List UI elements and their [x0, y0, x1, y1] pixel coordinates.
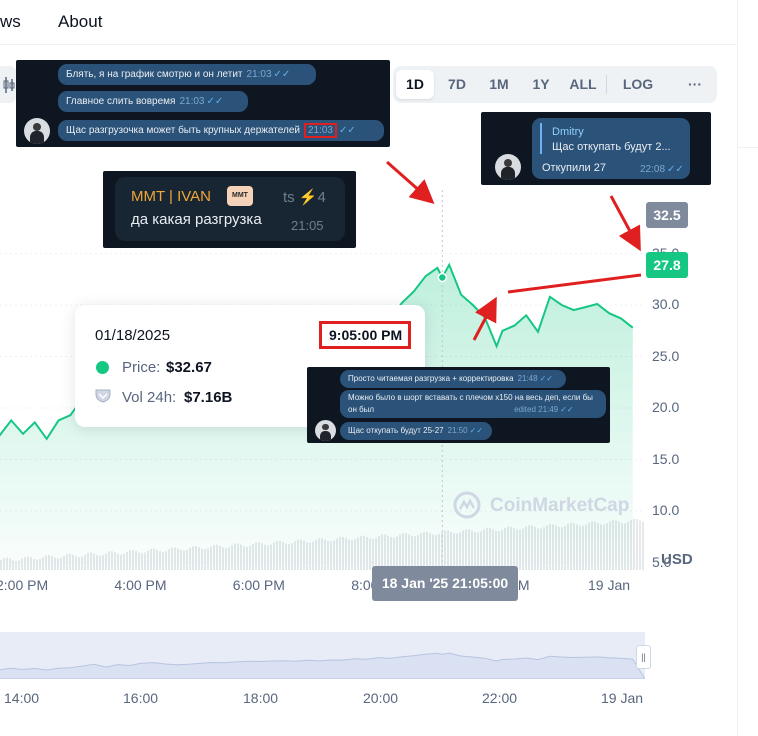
- price-point: [10, 419, 12, 421]
- y-tick-label: 30.0: [652, 296, 680, 312]
- high-price-tag: 32.5: [646, 202, 688, 228]
- navigator-tick-label: 16:00: [123, 690, 159, 706]
- volume-bar: [639, 520, 641, 570]
- nav-news-link[interactable]: ws: [0, 12, 21, 32]
- price-point: [513, 325, 515, 327]
- price-point: [46, 438, 48, 440]
- currency-label: USD: [661, 551, 693, 568]
- tooltip-volume-value: $7.16B: [184, 389, 233, 406]
- x-tick-label: 4:00 PM: [114, 577, 167, 593]
- price-point: [525, 314, 527, 316]
- user-avatar: [24, 118, 50, 144]
- price-dot-icon: [96, 361, 109, 374]
- tg-message: MMT | IVAN MMT ts ⚡4 да какая разгрузка …: [115, 177, 345, 241]
- tg-message: Dmitry Щас откупать будут 2... Откупили …: [532, 118, 690, 179]
- range-7d-button[interactable]: 7D: [438, 70, 476, 99]
- navigator-tick-label: 20:00: [363, 690, 399, 706]
- more-options-button[interactable]: ···: [679, 70, 711, 99]
- navigator-tick-label: 18:00: [243, 690, 279, 706]
- y-tick-label: 10.0: [652, 502, 680, 518]
- volume-bar: [642, 521, 644, 570]
- price-point: [425, 275, 427, 277]
- navigator-tick-label: 19 Jan: [601, 690, 644, 706]
- toolbar-separator: [606, 75, 607, 94]
- tg-message: Блять, я на график смотрю и он летит 21:0…: [58, 64, 316, 85]
- price-point: [620, 317, 622, 319]
- telegram-screenshot-1: Блять, я на график смотрю и он летит 21:0…: [16, 60, 390, 147]
- navigator-tick-label: 14:00: [4, 690, 40, 706]
- navigator-tick-label: 22:00: [482, 690, 518, 706]
- telegram-screenshot-2: MMT | IVAN MMT ts ⚡4 да какая разгрузка …: [103, 171, 356, 248]
- price-point: [632, 327, 634, 329]
- tooltip-price-value: $32.67: [166, 359, 212, 376]
- log-scale-button[interactable]: LOG: [615, 70, 661, 99]
- navigator-sparkline: [0, 652, 645, 679]
- price-point: [596, 303, 598, 305]
- x-tick-label: 19 Jan: [588, 577, 631, 593]
- price-point: [496, 345, 498, 347]
- range-navigator[interactable]: [0, 632, 645, 679]
- price-point: [441, 276, 443, 278]
- x-tick-label: 2:00 PM: [0, 577, 49, 593]
- price-point: [484, 316, 486, 318]
- user-avatar: [315, 420, 336, 441]
- y-tick-label: 20.0: [652, 399, 680, 415]
- price-point: [573, 309, 575, 311]
- price-point: [561, 304, 563, 306]
- tg-message: Щас разгрузочка может быть крупных держа…: [58, 120, 384, 141]
- price-point: [22, 433, 24, 435]
- range-all-button[interactable]: ALL: [563, 70, 603, 99]
- price-point: [549, 296, 551, 298]
- current-price-tag: 27.8: [646, 252, 688, 278]
- y-tick-label: 15.0: [652, 450, 680, 467]
- tooltip-date: 01/18/2025: [95, 327, 171, 344]
- price-point: [69, 414, 71, 416]
- rail-divider: [738, 147, 758, 148]
- price-point: [448, 264, 450, 266]
- price-point: [537, 331, 539, 333]
- shield-icon: [95, 389, 111, 403]
- mmt-badge: MMT: [227, 186, 253, 206]
- price-point: [502, 330, 504, 332]
- nav-about-link[interactable]: About: [58, 12, 102, 32]
- tooltip-time: 9:05:00 PM: [329, 327, 403, 343]
- header-divider: [0, 44, 737, 45]
- navigator-handle[interactable]: ||: [636, 645, 651, 669]
- price-point: [34, 421, 36, 423]
- user-avatar: [495, 154, 521, 180]
- price-point: [413, 291, 415, 293]
- chart-type-toggle[interactable]: [0, 66, 16, 103]
- right-sidebar: [737, 0, 758, 736]
- price-point: [584, 306, 586, 308]
- tooltip-volume-label: Vol 24h:: [122, 389, 177, 406]
- price-point: [436, 267, 438, 269]
- tg-message: Главное слить вовремя 21:03 ✓✓: [58, 91, 248, 112]
- price-point: [472, 304, 474, 306]
- tg-message: Щас откупать будут 25-27 21:50 ✓✓: [340, 422, 492, 440]
- tg-message: Просто читаемая разгрузка + корректировк…: [340, 370, 566, 388]
- range-1d-button[interactable]: 1D: [396, 70, 434, 99]
- price-point: [608, 312, 610, 314]
- price-point: [460, 294, 462, 296]
- tooltip-price-label: Price:: [122, 359, 161, 376]
- volume-bar: [636, 519, 638, 570]
- volume-bar: [633, 518, 635, 570]
- tg-message: Можно было в шорт вставать с плечом х150…: [340, 390, 606, 418]
- y-tick-label: 25.0: [652, 347, 680, 364]
- crosshair-time-label: 18 Jan '25 21:05:00: [372, 566, 518, 601]
- range-1y-button[interactable]: 1Y: [522, 70, 560, 99]
- telegram-screenshot-3: Dmitry Щас откупать будут 2... Откупили …: [481, 112, 711, 185]
- price-point: [401, 302, 403, 304]
- range-1m-button[interactable]: 1M: [480, 70, 518, 99]
- price-point: [58, 419, 60, 421]
- telegram-screenshot-4: Просто читаемая разгрузка + корректировк…: [307, 367, 610, 443]
- coinmarketcap-logo-icon: [452, 490, 488, 522]
- watermark: CoinMarketCap: [490, 495, 630, 516]
- x-tick-label: 6:00 PM: [232, 577, 285, 593]
- chart-toolbar: 1D 7D 1M 1Y ALL LOG ···: [393, 66, 717, 103]
- candlestick-icon: [3, 77, 15, 93]
